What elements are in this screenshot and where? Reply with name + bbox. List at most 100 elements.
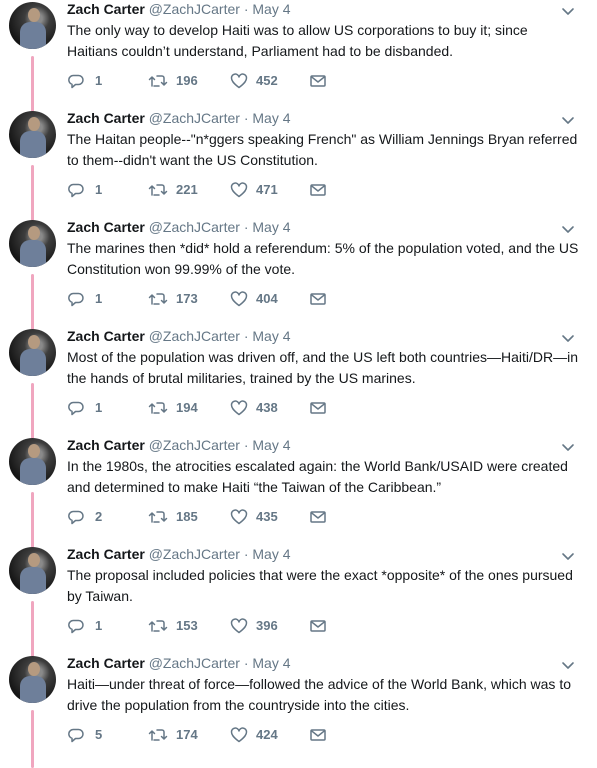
tweet-header: Zach Carter @ZachJCarter · May 4	[67, 327, 291, 345]
reply-count: 1	[95, 291, 103, 306]
heart-icon	[230, 73, 248, 89]
chevron-down-icon[interactable]	[561, 113, 575, 124]
like-count: 404	[256, 291, 278, 306]
author-handle[interactable]: @ZachJCarter	[149, 546, 240, 562]
avatar-head	[28, 553, 40, 567]
author-name[interactable]: Zach Carter	[67, 328, 145, 344]
retweet-icon	[148, 511, 168, 523]
retweet-count: 185	[176, 509, 198, 524]
tweet-date[interactable]: May 4	[252, 546, 290, 562]
retweet-icon	[148, 620, 168, 632]
retweet-icon	[148, 184, 168, 196]
chevron-down-icon[interactable]	[561, 549, 575, 560]
like-count: 435	[256, 509, 278, 524]
avatar[interactable]	[9, 111, 56, 158]
reply-count: 1	[95, 618, 103, 633]
separator-dot: ·	[243, 1, 249, 17]
tweet-header: Zach Carter @ZachJCarter · May 4	[67, 436, 291, 454]
avatar[interactable]	[9, 438, 56, 485]
avatar-body	[20, 349, 46, 376]
reply-icon	[68, 183, 84, 198]
like-count: 396	[256, 618, 278, 633]
retweet-count: 196	[176, 73, 198, 88]
chevron-down-icon[interactable]	[561, 331, 575, 342]
tweet[interactable]: Zach Carter @ZachJCarter · May 4 The Hai…	[0, 109, 597, 223]
tweet-actions: 1 196 452	[67, 71, 367, 91]
avatar[interactable]	[9, 2, 56, 49]
tweet[interactable]: Zach Carter @ZachJCarter · May 4 In the …	[0, 436, 597, 550]
tweet[interactable]: Zach Carter @ZachJCarter · May 4 The pro…	[0, 545, 597, 659]
author-name[interactable]: Zach Carter	[67, 546, 145, 562]
tweet-date[interactable]: May 4	[252, 219, 290, 235]
retweet-count: 173	[176, 291, 198, 306]
tweet-actions: 2 185 435	[67, 507, 367, 527]
author-name[interactable]: Zach Carter	[67, 437, 145, 453]
tweet-date[interactable]: May 4	[252, 437, 290, 453]
separator-dot: ·	[243, 110, 249, 126]
tweet[interactable]: Zach Carter @ZachJCarter · May 4 The onl…	[0, 0, 597, 114]
retweet-icon	[148, 293, 168, 305]
avatar-head	[28, 662, 40, 676]
like-count: 471	[256, 182, 278, 197]
author-name[interactable]: Zach Carter	[67, 110, 145, 126]
avatar-body	[20, 131, 46, 158]
tweet-thread: Zach Carter @ZachJCarter · May 4 The onl…	[0, 0, 597, 768]
thread-connector	[31, 383, 34, 441]
thread-connector	[31, 56, 34, 114]
heart-icon	[230, 400, 248, 416]
heart-icon	[230, 182, 248, 198]
tweet-actions: 1 194 438	[67, 398, 367, 418]
avatar-body	[20, 676, 46, 703]
tweet-date[interactable]: May 4	[252, 655, 290, 671]
tweet[interactable]: Zach Carter @ZachJCarter · May 4 Most of…	[0, 327, 597, 441]
chevron-down-icon[interactable]	[561, 658, 575, 669]
envelope-icon	[310, 511, 326, 523]
avatar-head	[28, 335, 40, 349]
author-name[interactable]: Zach Carter	[67, 1, 145, 17]
tweet[interactable]: Zach Carter @ZachJCarter · May 4 The mar…	[0, 218, 597, 332]
avatar[interactable]	[9, 547, 56, 594]
envelope-icon	[310, 729, 326, 741]
retweet-count: 221	[176, 182, 198, 197]
tweet-actions: 1 173 404	[67, 289, 367, 309]
avatar[interactable]	[9, 329, 56, 376]
like-count: 452	[256, 73, 278, 88]
chevron-down-icon[interactable]	[561, 440, 575, 451]
avatar-head	[28, 444, 40, 458]
envelope-icon	[310, 184, 326, 196]
tweet-date[interactable]: May 4	[252, 1, 290, 17]
avatar[interactable]	[9, 220, 56, 267]
author-name[interactable]: Zach Carter	[67, 219, 145, 235]
retweet-count: 174	[176, 727, 198, 742]
envelope-icon	[310, 293, 326, 305]
tweet[interactable]: Zach Carter @ZachJCarter · May 4 Haiti—u…	[0, 654, 597, 768]
author-handle[interactable]: @ZachJCarter	[149, 328, 240, 344]
reply-icon	[68, 401, 84, 416]
separator-dot: ·	[243, 219, 249, 235]
separator-dot: ·	[243, 328, 249, 344]
envelope-icon	[310, 402, 326, 414]
reply-count: 1	[95, 400, 103, 415]
tweet-actions: 1 153 396	[67, 616, 367, 636]
author-handle[interactable]: @ZachJCarter	[149, 437, 240, 453]
avatar-body	[20, 240, 46, 267]
retweet-icon	[148, 729, 168, 741]
avatar[interactable]	[9, 656, 56, 703]
tweet-date[interactable]: May 4	[252, 328, 290, 344]
tweet-text: The only way to develop Haiti was to all…	[67, 22, 528, 59]
author-handle[interactable]: @ZachJCarter	[149, 1, 240, 17]
thread-connector	[31, 601, 34, 659]
tweet-text: The proposal included policies that were…	[67, 567, 573, 604]
author-handle[interactable]: @ZachJCarter	[149, 219, 240, 235]
author-handle[interactable]: @ZachJCarter	[149, 655, 240, 671]
tweet-actions: 1 221 471	[67, 180, 367, 200]
avatar-head	[28, 226, 40, 240]
chevron-down-icon[interactable]	[561, 4, 575, 15]
tweet-date[interactable]: May 4	[252, 110, 290, 126]
author-name[interactable]: Zach Carter	[67, 655, 145, 671]
chevron-down-icon[interactable]	[561, 222, 575, 233]
tweet-text: The Haitan people--"n*ggers speaking Fre…	[67, 131, 578, 168]
separator-dot: ·	[243, 655, 249, 671]
author-handle[interactable]: @ZachJCarter	[149, 110, 240, 126]
reply-count: 2	[95, 509, 103, 524]
